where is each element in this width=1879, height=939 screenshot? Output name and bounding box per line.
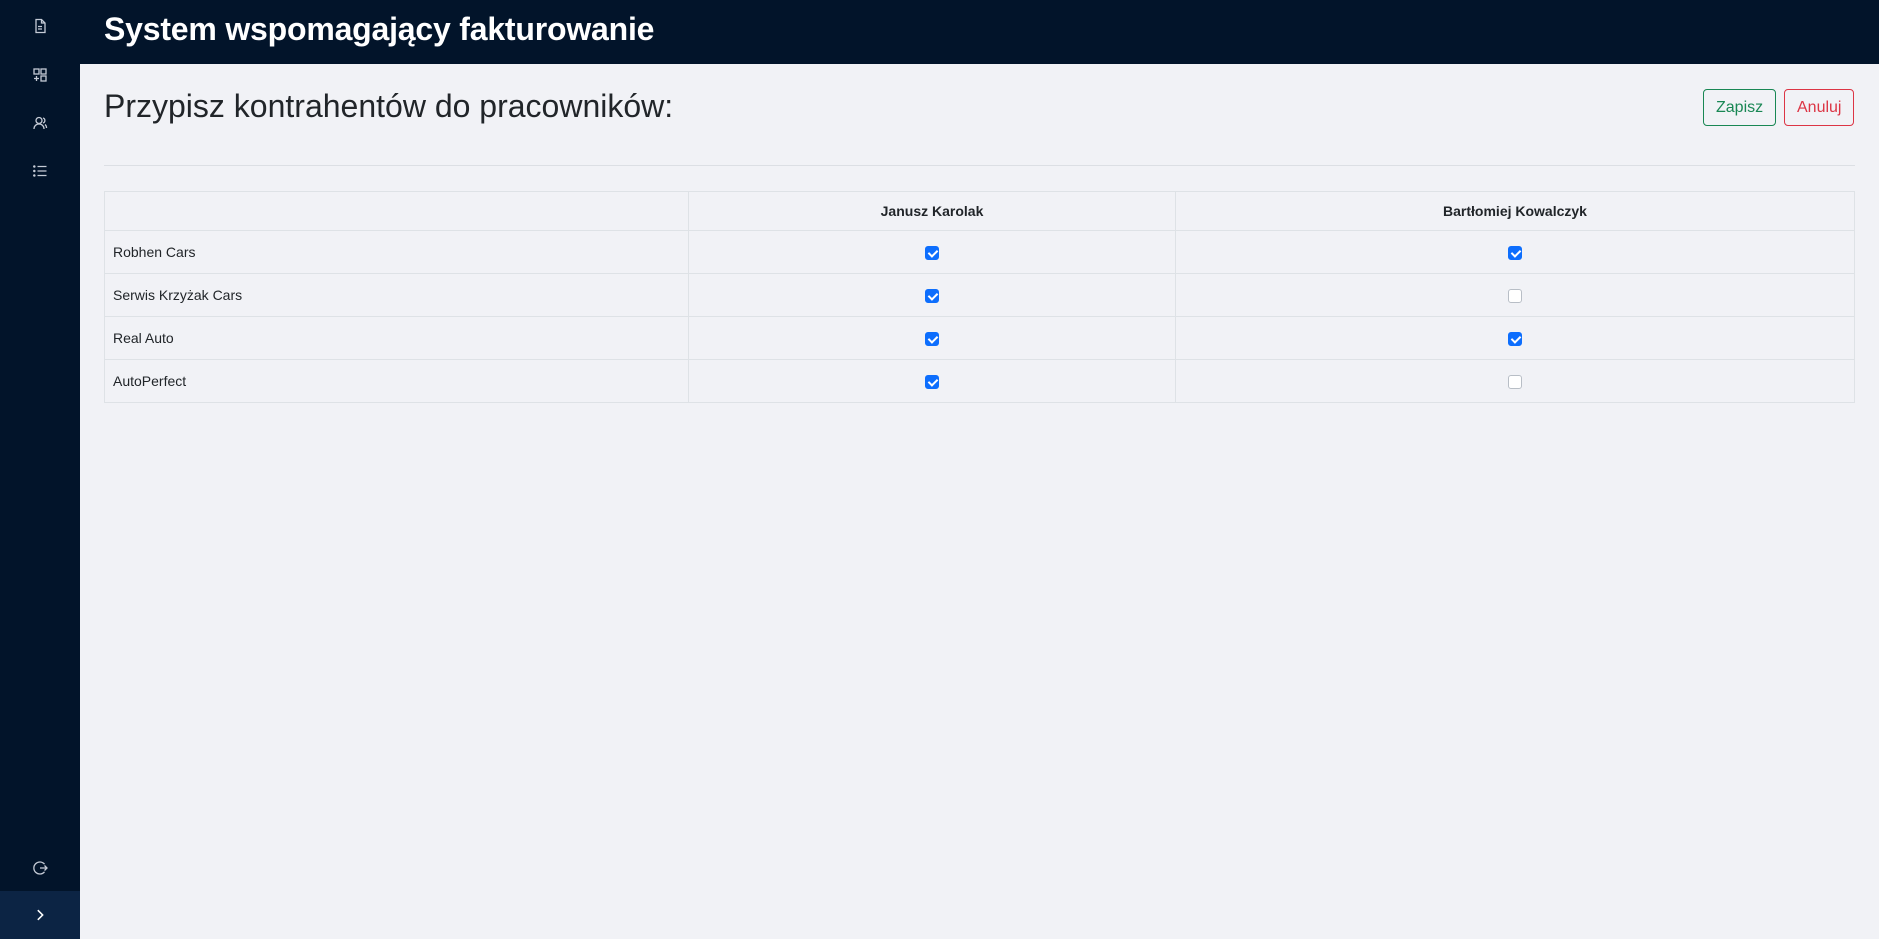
table-row: AutoPerfect (104, 359, 1855, 403)
column-header-client (104, 191, 689, 231)
main-content: Przypisz kontrahentów do pracowników: Za… (80, 64, 1879, 939)
assignment-cell (688, 273, 1176, 317)
client-name: Serwis Krzyżak Cars (104, 273, 689, 317)
chevron-right-icon (37, 909, 44, 921)
column-header-employee: Janusz Karolak (688, 191, 1176, 231)
assignment-checkbox[interactable] (925, 289, 939, 304)
table-row: Serwis Krzyżak Cars (104, 273, 1855, 317)
assignment-cell (688, 359, 1176, 403)
list-icon[interactable] (28, 159, 52, 183)
sidebar-expand-button[interactable] (0, 891, 80, 939)
assignment-checkbox[interactable] (1508, 246, 1522, 261)
dashboard-add-icon[interactable] (28, 63, 52, 87)
client-name: Real Auto (104, 316, 689, 360)
table-row: Robhen Cars (104, 230, 1855, 274)
assignment-cell (1175, 230, 1855, 274)
client-name: Robhen Cars (104, 230, 689, 274)
assignment-table: Janusz Karolak Bartłomiej Kowalczyk Robh… (104, 191, 1855, 403)
assignment-cell (1175, 359, 1855, 403)
assignment-cell (1175, 316, 1855, 360)
assignment-checkbox[interactable] (925, 332, 939, 347)
logout-icon[interactable] (28, 856, 52, 880)
assignment-checkbox[interactable] (925, 246, 939, 261)
table-row: Real Auto (104, 316, 1855, 360)
client-name: AutoPerfect (104, 359, 689, 403)
table-header-row: Janusz Karolak Bartłomiej Kowalczyk (104, 191, 1855, 231)
assignment-checkbox[interactable] (1508, 375, 1522, 390)
document-icon[interactable] (28, 14, 52, 38)
assignment-cell (1175, 273, 1855, 317)
assignment-cell (688, 230, 1176, 274)
app-title: System wspomagający fakturowanie (104, 11, 655, 47)
assignment-cell (688, 316, 1176, 360)
save-button[interactable]: Zapisz (1703, 89, 1777, 126)
cancel-button[interactable]: Anuluj (1784, 89, 1855, 126)
table-body: Robhen Cars Serwis Krzyżak Cars Real Auto A… (104, 230, 1855, 403)
assignment-checkbox[interactable] (1508, 332, 1522, 347)
assignment-checkbox[interactable] (1508, 289, 1522, 304)
column-header-employee: Bartłomiej Kowalczyk (1175, 191, 1855, 231)
assignment-checkbox[interactable] (925, 375, 939, 390)
users-icon[interactable] (28, 111, 52, 135)
divider (104, 165, 1855, 166)
sidebar (0, 0, 80, 939)
app-header: System wspomagający fakturowanie (80, 0, 1879, 64)
page-title: Przypisz kontrahentów do pracowników: (104, 88, 674, 124)
